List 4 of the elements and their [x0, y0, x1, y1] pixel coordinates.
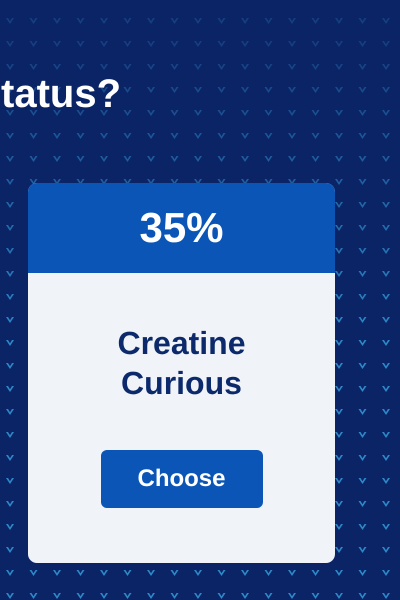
choose-button[interactable]: Choose: [100, 450, 262, 508]
question-heading: tatus?: [1, 71, 121, 118]
percentage-label: 35%: [139, 204, 224, 252]
option-title: Creatine Curious: [116, 324, 247, 403]
